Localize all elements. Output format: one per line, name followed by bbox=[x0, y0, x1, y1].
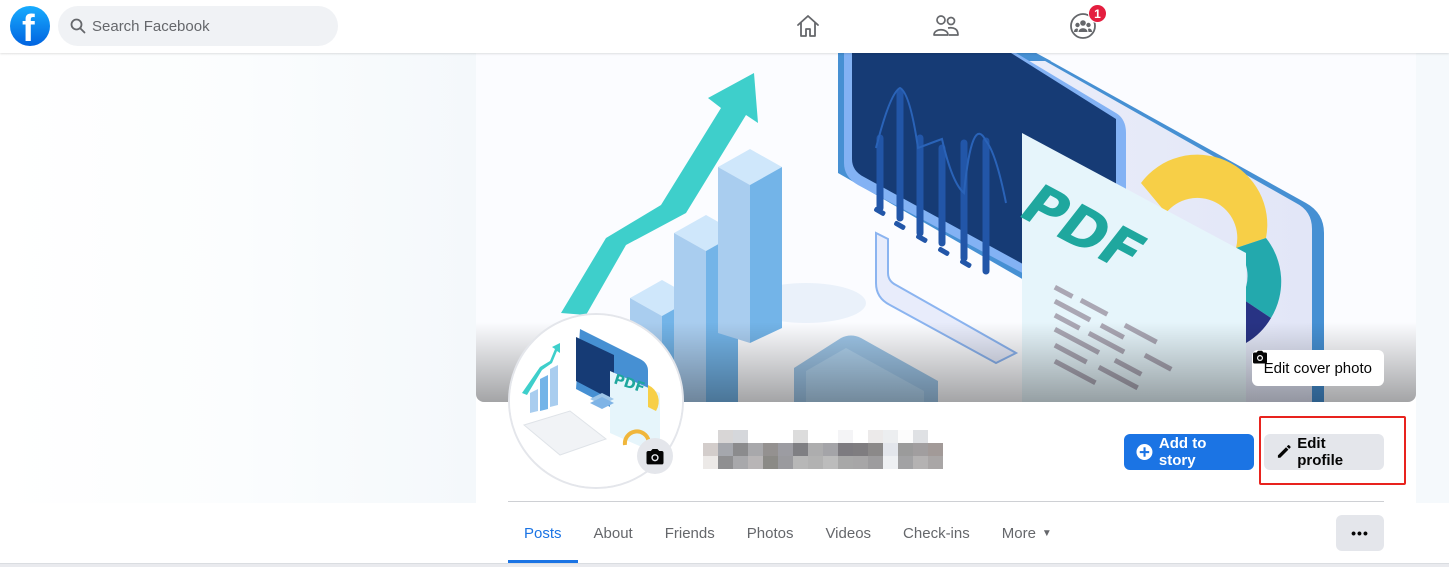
profile-name-redacted bbox=[703, 430, 943, 469]
redaction-pixel bbox=[733, 443, 748, 456]
redaction-pixel bbox=[718, 430, 733, 443]
tab-label: Videos bbox=[825, 524, 872, 542]
redaction-pixel bbox=[793, 456, 808, 469]
redaction-pixel bbox=[733, 456, 748, 469]
redaction-pixel bbox=[868, 456, 883, 469]
tab-label: Friends bbox=[664, 524, 715, 542]
redaction-pixel bbox=[778, 456, 793, 469]
redaction-pixel bbox=[868, 443, 883, 456]
facebook-logo[interactable]: f bbox=[10, 6, 50, 46]
edit-profile-label: Edit profile bbox=[1297, 435, 1344, 469]
redaction-pixel bbox=[808, 430, 823, 443]
camera-icon bbox=[1252, 350, 1267, 364]
nav-friends[interactable] bbox=[930, 10, 962, 42]
profile-divider bbox=[508, 501, 1384, 502]
redaction-pixel bbox=[928, 430, 943, 443]
tab-photos[interactable]: Photos bbox=[731, 503, 810, 563]
tab-friends[interactable]: Friends bbox=[649, 503, 731, 563]
redaction-pixel bbox=[823, 430, 838, 443]
home-icon bbox=[797, 15, 819, 37]
redaction-pixel bbox=[808, 443, 823, 456]
top-navigation-bar: f 1 bbox=[0, 0, 1449, 53]
tab-label: More bbox=[1001, 524, 1036, 542]
redaction-pixel bbox=[868, 430, 883, 443]
redaction-pixel bbox=[793, 430, 808, 443]
edit-cover-label: Edit cover photo bbox=[1263, 359, 1372, 377]
camera-icon bbox=[646, 448, 664, 464]
tab-label: Posts bbox=[524, 524, 562, 542]
redaction-pixel bbox=[883, 430, 898, 443]
tab-videos[interactable]: Videos bbox=[809, 503, 887, 563]
redaction-pixel bbox=[913, 456, 928, 469]
edit-profile-button[interactable]: Edit profile bbox=[1264, 434, 1384, 470]
logo-letter: f bbox=[22, 8, 35, 46]
redaction-pixel bbox=[898, 443, 913, 456]
redaction-pixel bbox=[853, 456, 868, 469]
redaction-pixel bbox=[898, 430, 913, 443]
redaction-pixel bbox=[748, 430, 763, 443]
redaction-pixel bbox=[883, 456, 898, 469]
redaction-pixel bbox=[748, 443, 763, 456]
add-to-story-button[interactable]: Add to story bbox=[1124, 434, 1254, 470]
redaction-pixel bbox=[763, 456, 778, 469]
redaction-pixel bbox=[703, 430, 718, 443]
search-box[interactable] bbox=[58, 6, 338, 46]
redaction-pixel bbox=[703, 443, 718, 456]
search-icon bbox=[70, 18, 86, 34]
page-background bbox=[0, 53, 476, 503]
redaction-pixel bbox=[838, 443, 853, 456]
redaction-pixel bbox=[763, 430, 778, 443]
redaction-pixel bbox=[898, 456, 913, 469]
redaction-pixel bbox=[853, 430, 868, 443]
redaction-pixel bbox=[793, 443, 808, 456]
redaction-pixel bbox=[838, 456, 853, 469]
redaction-pixel bbox=[883, 443, 898, 456]
redaction-pixel bbox=[823, 443, 838, 456]
redaction-pixel bbox=[718, 456, 733, 469]
more-options-icon: ••• bbox=[1351, 525, 1369, 541]
redaction-pixel bbox=[763, 443, 778, 456]
more-options-button[interactable]: ••• bbox=[1336, 515, 1384, 551]
redaction-pixel bbox=[838, 430, 853, 443]
page-background-right bbox=[1416, 53, 1449, 503]
edit-cover-photo-button[interactable]: Edit cover photo bbox=[1251, 350, 1384, 386]
redaction-pixel bbox=[913, 430, 928, 443]
profile-tabs: Posts About Friends Photos Videos Check-… bbox=[508, 503, 1068, 563]
caret-down-icon: ▼ bbox=[1041, 527, 1052, 539]
redaction-pixel bbox=[913, 443, 928, 456]
redaction-pixel bbox=[778, 430, 793, 443]
redaction-pixel bbox=[718, 443, 733, 456]
tab-label: Photos bbox=[746, 524, 794, 542]
nav-groups[interactable]: 1 bbox=[1067, 4, 1107, 42]
redaction-pixel bbox=[853, 443, 868, 456]
tab-check-ins[interactable]: Check-ins bbox=[887, 503, 986, 563]
page-bottom-edge bbox=[0, 563, 1449, 567]
redaction-pixel bbox=[808, 456, 823, 469]
notification-badge: 1 bbox=[1088, 4, 1107, 23]
tab-more[interactable]: More ▼ bbox=[986, 503, 1068, 563]
nav-home[interactable] bbox=[792, 10, 824, 42]
tab-label: Check-ins bbox=[903, 524, 970, 542]
update-profile-picture-button[interactable] bbox=[637, 438, 673, 474]
redaction-pixel bbox=[823, 456, 838, 469]
redaction-pixel bbox=[778, 443, 793, 456]
tab-posts[interactable]: Posts bbox=[508, 503, 578, 563]
add-to-story-label: Add to story bbox=[1158, 435, 1207, 469]
redaction-pixel bbox=[928, 443, 943, 456]
redaction-pixel bbox=[703, 456, 718, 469]
search-input[interactable] bbox=[92, 17, 312, 35]
tab-label: About bbox=[593, 524, 633, 542]
redaction-pixel bbox=[748, 456, 763, 469]
redaction-pixel bbox=[733, 430, 748, 443]
friends-icon bbox=[933, 15, 959, 36]
tab-about[interactable]: About bbox=[578, 503, 649, 563]
redaction-pixel bbox=[928, 456, 943, 469]
pencil-icon bbox=[1277, 444, 1291, 458]
plus-circle-icon bbox=[1136, 444, 1153, 460]
